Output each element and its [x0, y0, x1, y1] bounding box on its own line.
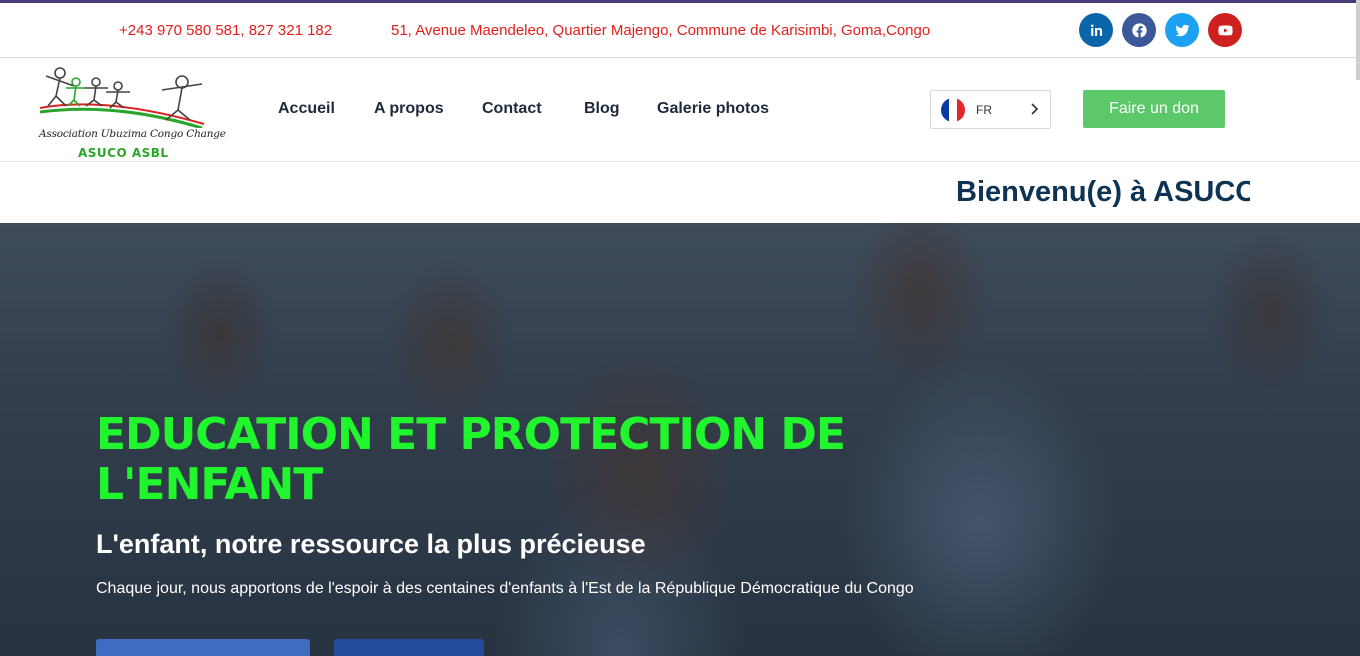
linkedin-icon	[1090, 23, 1102, 36]
page-scrollbar[interactable]	[1356, 0, 1360, 80]
france-flag-icon	[941, 98, 965, 122]
logo-association-name: Association Ubuzima Congo Change	[39, 128, 226, 140]
logo-figures-icon	[39, 67, 205, 130]
nav-item-blog[interactable]: Blog	[584, 100, 620, 118]
phone-number[interactable]: +243 970 580 581, 827 321 182	[119, 22, 332, 39]
asuco-logo[interactable]: Association Ubuzima Congo Change ASUCO A…	[36, 66, 226, 160]
hero-banner: EDUCATION ET PROTECTION DE L'ENFANT L'en…	[0, 223, 1360, 656]
main-navbar: Association Ubuzima Congo Change ASUCO A…	[0, 58, 1360, 162]
nav-item-contact[interactable]: Contact	[482, 100, 542, 118]
youtube-button[interactable]	[1208, 13, 1242, 47]
top-contact-bar: +243 970 580 581, 827 321 182 51, Avenue…	[0, 0, 1360, 58]
hero-primary-button[interactable]	[96, 639, 310, 656]
welcome-marquee: Bienvenu(e) à ASUCO	[0, 162, 1360, 223]
logo-asuco-asbl: ASUCO ASBL	[78, 146, 169, 160]
facebook-button[interactable]	[1122, 13, 1156, 47]
marquee-text: Bienvenu(e) à ASUCO	[956, 176, 1250, 208]
nav-item-accueil[interactable]: Accueil	[278, 100, 335, 118]
nav-item-galerie-photos[interactable]: Galerie photos	[657, 100, 769, 118]
linkedin-button[interactable]	[1079, 13, 1113, 47]
language-selector[interactable]: FR	[930, 90, 1051, 129]
chevron-right-icon	[1031, 103, 1039, 115]
twitter-button[interactable]	[1165, 13, 1199, 47]
donate-button[interactable]: Faire un don	[1083, 90, 1225, 128]
facebook-icon	[1131, 22, 1147, 38]
hero-description: Chaque jour, nous apportons de l'espoir …	[96, 580, 914, 597]
hero-subtitle: L'enfant, notre ressource la plus précie…	[96, 529, 646, 559]
hero-secondary-button[interactable]	[334, 639, 484, 656]
nav-item-a-propos[interactable]: A propos	[374, 100, 444, 118]
marquee-clip: Bienvenu(e) à ASUCO	[0, 162, 1250, 223]
address-text: 51, Avenue Maendeleo, Quartier Majengo, …	[391, 22, 931, 39]
hero-title: EDUCATION ET PROTECTION DE L'ENFANT	[96, 409, 846, 510]
twitter-icon	[1174, 24, 1190, 36]
language-code: FR	[976, 103, 992, 117]
youtube-icon	[1217, 25, 1233, 35]
